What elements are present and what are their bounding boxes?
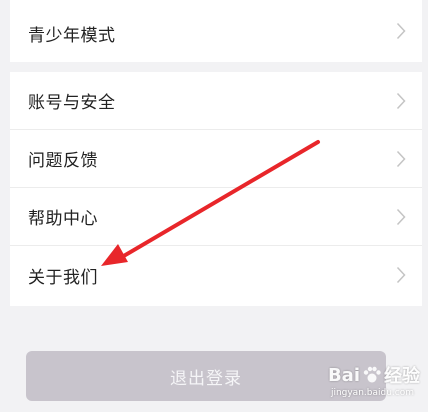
settings-item-label: 帮助中心 [28, 209, 98, 229]
settings-group-main: 账号与安全 问题反馈 帮助中心 关于我们 [10, 72, 422, 306]
watermark-url: jingyan.baidu.com [330, 388, 414, 398]
settings-item-feedback[interactable]: 问题反馈 [10, 130, 422, 188]
chevron-right-icon [396, 266, 406, 284]
settings-item-help-center[interactable]: 帮助中心 [10, 188, 422, 246]
chevron-right-icon [396, 208, 406, 225]
settings-group-top: 青少年模式 [10, 0, 422, 62]
settings-item-label: 问题反馈 [28, 151, 98, 171]
settings-item-account-security[interactable]: 账号与安全 [10, 72, 422, 130]
watermark-suffix: 经验 [384, 366, 420, 387]
settings-item-about-us[interactable]: 关于我们 [10, 246, 422, 304]
logout-button-label: 退出登录 [170, 368, 242, 389]
settings-item-label: 账号与安全 [28, 93, 116, 113]
chevron-right-icon [396, 150, 406, 167]
settings-item-label: 青少年模式 [28, 25, 116, 46]
settings-item-teen-mode[interactable]: 青少年模式 [10, 0, 422, 62]
chevron-right-icon [396, 22, 406, 40]
paw-icon [363, 366, 381, 383]
chevron-right-icon [396, 92, 406, 109]
settings-item-label: 关于我们 [28, 267, 98, 288]
baidu-watermark: Bai 经验 [328, 362, 420, 388]
watermark-brand: Bai [327, 364, 360, 386]
